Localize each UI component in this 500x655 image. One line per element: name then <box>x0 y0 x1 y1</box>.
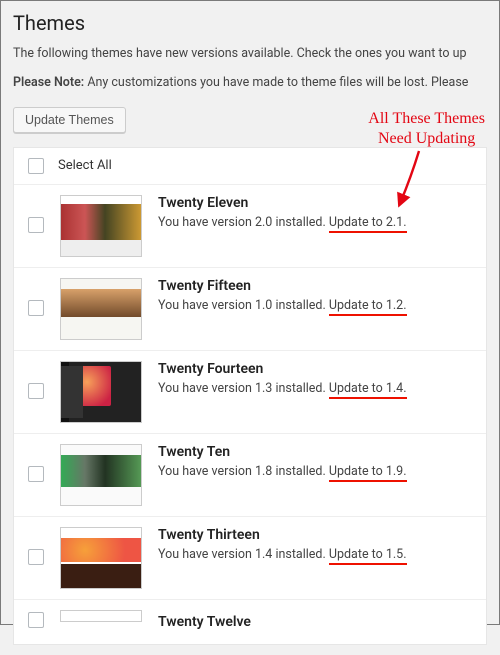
update-link[interactable]: Update to 1.5. <box>329 547 407 562</box>
annotation-underline <box>329 314 407 316</box>
note-text: Any customizations you have made to them… <box>84 75 468 90</box>
theme-thumbnail[interactable] <box>60 361 142 423</box>
theme-thumbnail[interactable] <box>60 527 142 589</box>
theme-checkbox[interactable] <box>28 300 44 316</box>
theme-row: Twenty Twelve <box>14 600 486 644</box>
theme-thumbnail[interactable] <box>60 610 142 622</box>
installed-text: You have version 2.0 installed. <box>158 215 329 230</box>
theme-thumbnail[interactable] <box>60 195 142 257</box>
theme-checkbox[interactable] <box>28 466 44 482</box>
update-link[interactable]: Update to 2.1. <box>329 215 407 230</box>
theme-title: Twenty Twelve <box>158 614 474 630</box>
themes-note: Please Note: Any customizations you have… <box>13 74 487 93</box>
theme-title: Twenty Fifteen <box>158 278 474 294</box>
theme-checkbox[interactable] <box>28 217 44 233</box>
select-all-label[interactable]: Select All <box>58 158 112 173</box>
themes-intro-text: The following themes have new versions a… <box>13 45 487 64</box>
theme-checkbox[interactable] <box>28 549 44 565</box>
theme-version-text: You have version 1.4 installed. Update t… <box>158 547 474 562</box>
theme-checkbox[interactable] <box>28 383 44 399</box>
theme-row: Twenty Thirteen You have version 1.4 ins… <box>14 517 486 600</box>
select-all-row: Select All <box>14 148 486 185</box>
installed-text: You have version 1.4 installed. <box>158 547 329 562</box>
theme-row: Twenty Fifteen You have version 1.0 inst… <box>14 268 486 351</box>
theme-row: Twenty Eleven You have version 2.0 insta… <box>14 185 486 268</box>
theme-title: Twenty Ten <box>158 444 474 460</box>
installed-text: You have version 1.3 installed. <box>158 381 329 396</box>
themes-list-panel: Select All Twenty Eleven You have versio… <box>13 147 487 645</box>
theme-thumbnail[interactable] <box>60 444 142 506</box>
installed-text: You have version 1.0 installed. <box>158 298 329 313</box>
installed-text: You have version 1.8 installed. <box>158 464 329 479</box>
theme-row: Twenty Fourteen You have version 1.3 ins… <box>14 351 486 434</box>
theme-title: Twenty Thirteen <box>158 527 474 543</box>
theme-checkbox[interactable] <box>28 612 44 628</box>
update-link[interactable]: Update to 1.9. <box>329 464 407 479</box>
theme-title: Twenty Fourteen <box>158 361 474 377</box>
themes-heading: Themes <box>13 11 487 35</box>
theme-version-text: You have version 1.3 installed. Update t… <box>158 381 474 396</box>
note-label: Please Note: <box>13 75 84 90</box>
annotation-underline <box>329 480 407 482</box>
select-all-checkbox[interactable] <box>28 158 44 174</box>
annotation-underline <box>329 231 407 233</box>
update-themes-button[interactable]: Update Themes <box>13 107 126 133</box>
theme-row: Twenty Ten You have version 1.8 installe… <box>14 434 486 517</box>
annotation-underline <box>329 397 407 399</box>
update-link[interactable]: Update to 1.4. <box>329 381 407 396</box>
theme-version-text: You have version 2.0 installed. Update t… <box>158 215 474 230</box>
theme-title: Twenty Eleven <box>158 195 474 211</box>
theme-thumbnail[interactable] <box>60 278 142 340</box>
theme-version-text: You have version 1.8 installed. Update t… <box>158 464 474 479</box>
update-link[interactable]: Update to 1.2. <box>329 298 407 313</box>
annotation-underline <box>329 563 407 565</box>
theme-version-text: You have version 1.0 installed. Update t… <box>158 298 474 313</box>
